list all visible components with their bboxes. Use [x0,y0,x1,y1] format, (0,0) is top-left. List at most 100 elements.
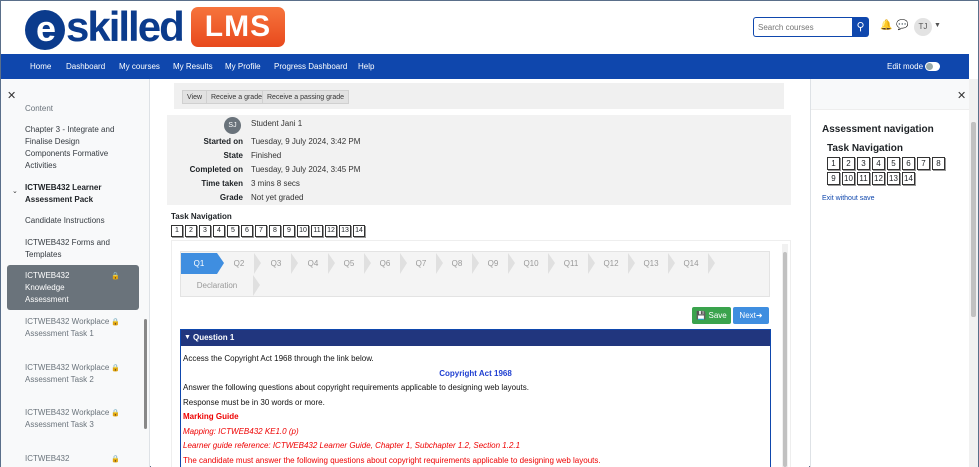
task-nav-button[interactable]: 8 [269,225,281,237]
step-q4[interactable]: Q4 [298,253,328,274]
task-nav-button[interactable]: 4 [213,225,225,237]
task-nav-button[interactable]: 5 [887,157,900,170]
nav-my-results[interactable]: My Results [173,54,213,79]
course-item-candidate-instructions[interactable]: Candidate Instructions [25,215,125,227]
course-item-next[interactable]: ICTWEB432 [25,453,125,465]
question-header[interactable]: ▼ Question 1 [181,330,770,346]
step-q2[interactable]: Q2 [224,253,254,274]
task-nav-button[interactable]: 14 [902,172,915,185]
lms-badge: LMS [190,7,286,48]
summary-value: 3 mins 8 secs [251,179,300,188]
nav-help[interactable]: Help [358,54,374,79]
criteria-receive-grade: Receive a grade [206,90,267,104]
step-q13[interactable]: Q13 [634,253,668,274]
task-nav-button[interactable]: 10 [842,172,855,185]
task-nav-button[interactable]: 13 [339,225,351,237]
task-nav-button[interactable]: 2 [842,157,855,170]
search-input[interactable] [753,17,853,37]
exit-without-save-link[interactable]: Exit without save [822,195,875,202]
task-nav-button[interactable]: 11 [311,225,323,237]
save-button[interactable]: 💾 Save [692,307,731,324]
task-navigation-subtitle: Task Navigation [827,143,903,154]
task-nav-button[interactable]: 7 [917,157,930,170]
summary-label: Completed on [189,165,243,174]
task-nav-button[interactable]: 4 [872,157,885,170]
chevron-down-icon[interactable]: ⌄ [12,187,18,195]
nav-my-profile[interactable]: My Profile [225,54,261,79]
summary-value: Tuesday, 9 July 2024, 3:45 PM [251,165,361,174]
task-nav-button[interactable]: 2 [185,225,197,237]
quiz-scrollbar[interactable] [782,244,788,467]
chevron-down-icon[interactable]: ▼ [934,22,941,29]
question-text: Access the Copyright Act 1968 through th… [183,354,374,363]
copyright-act-link[interactable]: Copyright Act 1968 [183,368,768,380]
task-nav-button[interactable]: 9 [827,172,840,185]
task-nav-button[interactable]: 14 [353,225,365,237]
student-name[interactable]: Student Jani 1 [251,117,302,131]
step-q11[interactable]: Q11 [554,253,588,274]
edit-mode-toggle[interactable] [925,62,940,71]
step-q5[interactable]: Q5 [334,253,364,274]
step-q14[interactable]: Q14 [674,253,708,274]
nav-dashboard[interactable]: Dashboard [66,54,105,79]
step-q7[interactable]: Q7 [406,253,436,274]
task-nav-button[interactable]: 3 [857,157,870,170]
question-text: Response must be in 30 words or more. [183,398,325,407]
next-button[interactable]: Next➜ [733,307,769,324]
bell-icon[interactable]: 🔔 [880,20,892,31]
task-nav-button[interactable]: 9 [283,225,295,237]
task-navigation-title: Task Navigation [171,212,232,221]
task-nav-button[interactable]: 1 [171,225,183,237]
question-panel: ▼ Question 1 Access the Copyright Act 19… [180,329,771,467]
task-nav-button[interactable]: 1 [827,157,840,170]
step-q10[interactable]: Q10 [514,253,548,274]
lock-icon: 🔒 [111,365,120,372]
main-content: View Receive a grade Receive a passing g… [151,79,809,467]
task-nav-button[interactable]: 11 [857,172,870,185]
close-icon[interactable]: ✕ [957,89,966,102]
task-nav-button[interactable]: 6 [902,157,915,170]
lock-icon: 🔒 [111,456,120,463]
task-nav-button[interactable]: 8 [932,157,945,170]
step-q9[interactable]: Q9 [478,253,508,274]
step-declaration[interactable]: Declaration [181,275,253,296]
task-nav-button[interactable]: 3 [199,225,211,237]
step-q12[interactable]: Q12 [594,253,628,274]
task-nav-button[interactable]: 10 [297,225,309,237]
course-section-assessment-pack[interactable]: ICTWEB432 Learner Assessment Pack [25,182,125,206]
course-item-task2[interactable]: ICTWEB432 Workplace Assessment Task 2 [25,362,125,386]
user-avatar[interactable]: TJ [914,18,932,36]
task-nav-button[interactable]: 12 [872,172,885,185]
close-icon[interactable]: ✕ [7,89,16,102]
step-q8[interactable]: Q8 [442,253,472,274]
drawer-scrollbar[interactable] [144,319,147,429]
step-q6[interactable]: Q6 [370,253,400,274]
page-scrollbar[interactable] [969,79,978,467]
chevron-down-icon[interactable]: ▼ [184,330,191,346]
course-item-partial[interactable]: Content [25,103,125,115]
course-item-knowledge-assessment[interactable]: ICTWEB432 Knowledge Assessment [25,270,105,306]
task-nav-button[interactable]: 12 [325,225,337,237]
course-item-chapter3[interactable]: Chapter 3 - Integrate and Finalise Desig… [25,124,125,172]
task-nav-button[interactable]: 13 [887,172,900,185]
course-item-forms-templates[interactable]: ICTWEB432 Forms and Templates [25,237,125,261]
course-item-task3[interactable]: ICTWEB432 Workplace Assessment Task 3 [25,407,125,431]
criteria-view: View [182,90,208,104]
search-icon: ⚲ [856,21,865,33]
summary-label: Grade [219,193,243,202]
chat-icon[interactable]: 💬 [896,20,908,31]
nav-my-courses[interactable]: My courses [119,54,160,79]
step-q1[interactable]: Q1 [181,253,217,274]
summary-row: Time taken 3 mins 8 secs [167,177,791,191]
assessment-navigation-drawer: ✕ Assessment navigation Task Navigation … [810,79,970,467]
nav-progress-dashboard[interactable]: Progress Dashboard [274,54,347,79]
course-item-task1[interactable]: ICTWEB432 Workplace Assessment Task 1 [25,316,125,340]
search-button[interactable]: ⚲ [852,17,869,37]
nav-home[interactable]: Home [30,54,51,79]
task-nav-button[interactable]: 5 [227,225,239,237]
student-avatar[interactable]: SJ [224,117,241,134]
task-nav-button[interactable]: 6 [241,225,253,237]
task-nav-button[interactable]: 7 [255,225,267,237]
step-q3[interactable]: Q3 [261,253,291,274]
site-logo[interactable]: e skilled LMS [25,5,286,50]
